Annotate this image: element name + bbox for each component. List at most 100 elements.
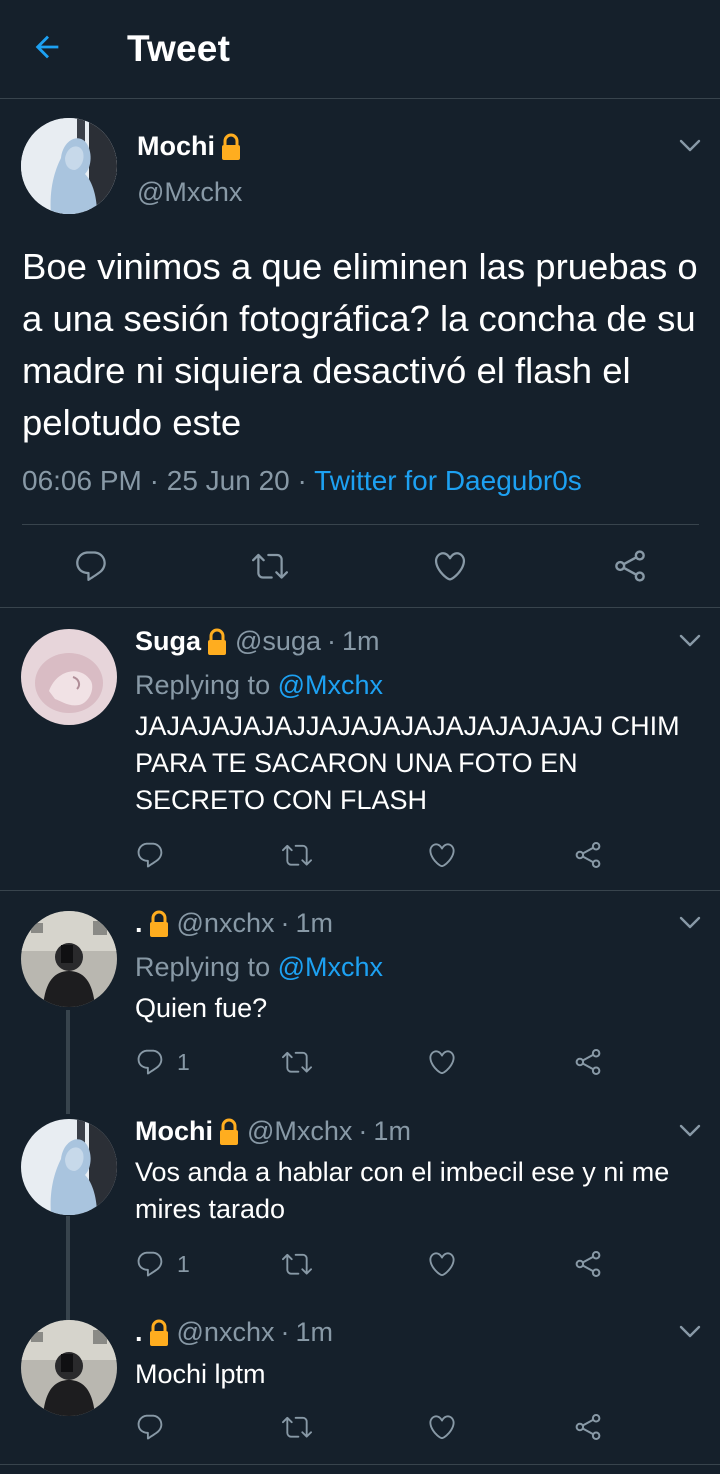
like-icon (427, 840, 457, 870)
lock-icon (219, 133, 243, 161)
app-header: Tweet (0, 0, 720, 99)
divider (0, 1464, 720, 1465)
chevron-down-icon[interactable] (679, 1124, 701, 1138)
reply-header: Suga @suga · 1m (135, 626, 380, 657)
share-button[interactable] (573, 840, 603, 870)
mention-link[interactable]: @Mxchx (278, 670, 383, 700)
like-button[interactable] (427, 1412, 457, 1442)
share-icon (573, 1249, 603, 1279)
share-button[interactable] (573, 1047, 603, 1077)
like-icon (427, 1249, 457, 1279)
lock-icon (147, 1319, 171, 1347)
meta-separator: · (280, 1317, 290, 1347)
avatar[interactable] (21, 1119, 117, 1215)
mention-link[interactable]: @Mxchx (278, 952, 383, 982)
meta-separator: · (297, 465, 307, 496)
share-icon (573, 840, 603, 870)
avatar[interactable] (21, 1320, 117, 1416)
tweet-time: 1m (373, 1116, 411, 1146)
reply-header: Mochi @Mxchx · 1m (135, 1116, 411, 1147)
tweet-text: Vos anda a hablar con el imbecil ese y n… (135, 1157, 670, 1224)
author-name[interactable]: Mochi (137, 131, 243, 162)
divider (22, 524, 699, 525)
retweet-icon (282, 1047, 312, 1077)
meta-separator: · (280, 908, 290, 938)
replying-to: Replying to @Mxchx (135, 952, 384, 982)
reply-tweet: . @nxchx · 1m Replying to @Mxchx Quien f… (0, 890, 720, 1102)
reply-button[interactable]: 1 (135, 1249, 190, 1279)
lock-icon (217, 1118, 241, 1146)
retweet-button[interactable] (252, 548, 288, 584)
author-handle[interactable]: @Mxchx (137, 177, 242, 208)
tweet-date: 25 Jun 20 (166, 465, 290, 496)
reply-tweet: Mochi @Mxchx · 1m Vos anda a hablar con … (0, 1098, 720, 1308)
retweet-button[interactable] (282, 1249, 312, 1279)
main-tweet: Mochi @Mxchx Boe vinimos a que eliminen … (0, 99, 720, 608)
retweet-icon (252, 548, 288, 584)
tweet-text: Mochi lptm (135, 1359, 266, 1389)
share-button[interactable] (612, 548, 648, 584)
reply-icon (135, 1047, 165, 1077)
back-button[interactable] (30, 30, 70, 70)
meta-separator: · (358, 1116, 368, 1146)
replying-to: Replying to @Mxchx (135, 670, 384, 700)
chevron-down-icon[interactable] (679, 634, 701, 648)
tweet-time: 1m (295, 908, 333, 938)
author-handle[interactable]: @nxchx (177, 1317, 275, 1348)
tweet-time: 1m (295, 1317, 333, 1347)
reply-button[interactable]: 1 (135, 1047, 190, 1077)
author-name[interactable]: Mochi (135, 1116, 213, 1147)
share-icon (612, 548, 648, 584)
retweet-button[interactable] (282, 1047, 312, 1077)
author-handle[interactable]: @suga (235, 626, 321, 657)
reply-tweet: Suga @suga · 1m Replying to @Mxchx JAJAJ… (0, 608, 720, 890)
meta-separator: · (149, 465, 159, 496)
avatar[interactable] (21, 629, 117, 725)
tweet-text: Quien fue? (135, 993, 268, 1023)
tweet-time: 06:06 PM (22, 465, 142, 496)
lock-icon (147, 910, 171, 938)
author-handle[interactable]: @Mxchx (247, 1116, 352, 1147)
retweet-icon (282, 1249, 312, 1279)
share-button[interactable] (573, 1412, 603, 1442)
meta-separator: · (326, 626, 336, 656)
like-button[interactable] (427, 840, 457, 870)
chevron-down-icon[interactable] (679, 1325, 701, 1339)
author-name[interactable]: Suga (135, 626, 201, 657)
reply-icon (73, 548, 109, 584)
share-icon (573, 1047, 603, 1077)
reply-icon (135, 1412, 165, 1442)
like-button[interactable] (427, 1047, 457, 1077)
retweet-icon (282, 1412, 312, 1442)
page-title: Tweet (127, 28, 231, 69)
reply-count: 1 (177, 1250, 190, 1277)
reply-button[interactable] (135, 840, 177, 870)
author-name[interactable]: . (135, 1317, 143, 1348)
like-button[interactable] (427, 1249, 457, 1279)
retweet-button[interactable] (282, 840, 312, 870)
tweet-meta: 06:06 PM · 25 Jun 20 · Twitter for Daegu… (22, 465, 582, 497)
tweet-text: Boe vinimos a que eliminen las pruebas o… (22, 246, 698, 443)
share-button[interactable] (573, 1249, 603, 1279)
share-icon (573, 1412, 603, 1442)
chevron-down-icon[interactable] (679, 139, 701, 153)
like-icon (432, 548, 468, 584)
author-name[interactable]: . (135, 908, 143, 939)
reply-button[interactable] (135, 1412, 177, 1442)
arrow-left-icon (35, 35, 59, 59)
avatar[interactable] (21, 118, 117, 214)
avatar[interactable] (21, 911, 117, 1007)
chevron-down-icon[interactable] (679, 916, 701, 930)
reply-icon (135, 840, 165, 870)
reply-count: 1 (177, 1048, 190, 1075)
like-button[interactable] (432, 548, 468, 584)
tweet-client-link[interactable]: Twitter for Daegubr0s (314, 465, 582, 496)
retweet-button[interactable] (282, 1412, 312, 1442)
like-icon (427, 1047, 457, 1077)
like-icon (427, 1412, 457, 1442)
reply-tweet: . @nxchx · 1m Mochi lptm (0, 1300, 720, 1464)
lock-icon (205, 628, 229, 656)
reply-button[interactable] (73, 548, 109, 584)
author-handle[interactable]: @nxchx (177, 908, 275, 939)
reply-header: . @nxchx · 1m (135, 908, 333, 939)
